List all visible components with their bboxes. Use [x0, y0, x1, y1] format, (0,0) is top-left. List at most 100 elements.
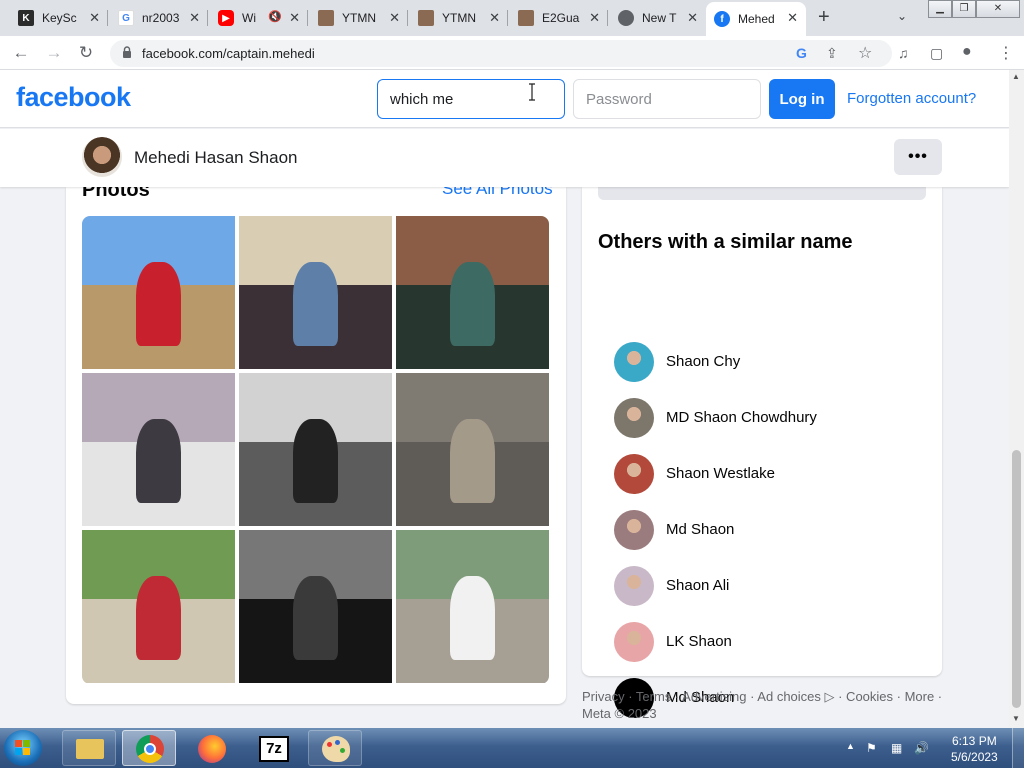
profile-sticky-bar: Mehedi Hasan Shaon ••• [0, 129, 1009, 187]
photo-monkeys[interactable] [396, 373, 549, 526]
taskbar-firefox[interactable] [184, 730, 238, 766]
tab-ytmn-2[interactable]: YTMN ✕ [410, 2, 508, 34]
tab-close-icon[interactable]: ✕ [189, 10, 200, 26]
similar-person-name[interactable]: Shaon Westlake [666, 465, 775, 482]
e2guardian-icon [518, 10, 534, 26]
avatar[interactable] [614, 510, 654, 550]
tab-close-icon[interactable]: ✕ [489, 10, 500, 26]
tab-close-icon[interactable]: ✕ [289, 10, 300, 26]
show-hidden-icons[interactable]: ▲ [846, 741, 855, 751]
photo-friends-market[interactable] [82, 373, 235, 526]
avatar[interactable] [82, 137, 122, 177]
email-input[interactable] [377, 79, 565, 119]
tab-nr2003[interactable]: G nr2003 ✕ [110, 2, 208, 34]
photo-bw-tree[interactable] [239, 530, 392, 683]
start-button[interactable] [4, 730, 42, 766]
tab-label: YTMN [442, 11, 476, 25]
network-icon[interactable]: ▦ [891, 741, 902, 755]
photo-bw-biker[interactable] [239, 373, 392, 526]
similar-person-name[interactable]: LK Shaon [666, 633, 732, 650]
page-footer: Privacy · Terms · Advertising · Ad choic… [582, 688, 962, 722]
lock-icon[interactable] [122, 46, 132, 59]
tab-facebook-active[interactable]: f Mehed ✕ [706, 2, 806, 36]
photo-two-friends[interactable] [396, 216, 549, 369]
tab-ytmn-1[interactable]: YTMN ✕ [310, 2, 408, 34]
tab-close-icon[interactable]: ✕ [389, 10, 400, 26]
share-icon[interactable]: ⇪ [826, 45, 838, 62]
taskbar-chrome[interactable] [122, 730, 176, 766]
new-tab-button[interactable]: + [818, 6, 830, 29]
tab-audio-mute-icon[interactable]: 🔇 [268, 10, 282, 23]
media-control-icon[interactable]: ♫ [898, 45, 909, 61]
similar-person-item[interactable]: Shaon Chy [614, 342, 914, 382]
url-text[interactable]: facebook.com/captain.mehedi [142, 46, 315, 61]
scroll-down-icon[interactable]: ▼ [1012, 714, 1020, 723]
avatar[interactable] [614, 398, 654, 438]
footer-copyright: Meta © 2023 [582, 706, 657, 721]
similar-person-name[interactable]: MD Shaon Chowdhury [666, 409, 817, 426]
tab-youtube[interactable]: ▶ Wi 🔇 ✕ [210, 2, 308, 34]
avatar[interactable] [614, 622, 654, 662]
tab-close-icon[interactable]: ✕ [687, 10, 698, 26]
maximize-button[interactable]: ❐ [952, 0, 976, 18]
address-bar[interactable]: facebook.com/captain.mehedi G ⇪ ☆ [110, 40, 892, 67]
photo-family-bike[interactable] [82, 530, 235, 683]
similar-person-name[interactable]: Md Shaon [666, 521, 734, 538]
similar-person-item[interactable]: Shaon Westlake [614, 454, 914, 494]
side-panel-icon[interactable]: ▢ [930, 45, 943, 62]
facebook-logo[interactable]: facebook [16, 82, 131, 113]
photo-motorbike-road[interactable] [82, 216, 235, 369]
tab-search-icon[interactable]: ⌄ [897, 9, 907, 23]
taskbar-7zip[interactable]: 7z [246, 730, 300, 766]
tab-close-icon[interactable]: ✕ [589, 10, 600, 26]
clock-time[interactable]: 6:13 PM [952, 734, 997, 748]
photo-grid [82, 216, 549, 684]
similar-names-title: Others with a similar name [598, 231, 853, 253]
avatar[interactable] [614, 342, 654, 382]
tab-new-tab[interactable]: New T ✕ [610, 2, 706, 34]
taskbar-paint[interactable] [308, 730, 362, 766]
7zip-icon: 7z [259, 736, 289, 762]
google-translate-icon[interactable]: G [796, 45, 807, 61]
login-button[interactable]: Log in [769, 79, 835, 119]
similar-person-name[interactable]: Shaon Ali [666, 577, 729, 594]
more-options-button[interactable]: ••• [894, 139, 942, 175]
taskbar-explorer[interactable] [62, 730, 116, 766]
password-input[interactable] [573, 79, 761, 119]
photo-group-selfie[interactable] [239, 216, 392, 369]
tab-close-icon[interactable]: ✕ [89, 10, 100, 26]
scroll-up-icon[interactable]: ▲ [1012, 72, 1020, 81]
close-window-button[interactable]: ✕ [976, 0, 1020, 18]
avatar[interactable] [614, 454, 654, 494]
action-center-icon[interactable]: ⚑ [866, 741, 877, 755]
reload-icon[interactable]: ↻ [76, 43, 96, 63]
similar-person-item[interactable]: LK Shaon [614, 622, 914, 662]
profile-icon[interactable]: ● [962, 43, 972, 61]
photo-helmet-rider[interactable] [396, 530, 549, 683]
text-cursor-icon [529, 83, 535, 101]
minimize-button[interactable]: ▁ [928, 0, 952, 18]
forward-arrow-icon[interactable]: → [44, 43, 64, 63]
tab-e2guardian[interactable]: E2Gua ✕ [510, 2, 608, 34]
show-desktop-button[interactable] [1012, 728, 1024, 768]
similar-person-item[interactable]: MD Shaon Chowdhury [614, 398, 914, 438]
bookmark-star-icon[interactable]: ☆ [858, 43, 872, 63]
chrome-menu-icon[interactable]: ⋮ [998, 43, 1014, 63]
forgotten-account-link[interactable]: Forgotten account? [847, 90, 976, 107]
similar-person-name[interactable]: Shaon Chy [666, 353, 740, 370]
avatar[interactable] [614, 566, 654, 606]
similar-person-item[interactable]: Shaon Ali [614, 566, 914, 606]
chrome-icon [618, 10, 634, 26]
back-arrow-icon[interactable]: ← [11, 43, 31, 63]
similar-person-item[interactable]: Md Shaon [614, 510, 914, 550]
volume-icon[interactable]: 🔊 [914, 741, 929, 755]
facebook-header: facebook Log in Forgotten account? [0, 70, 1009, 128]
tab-keyscore[interactable]: K KeySc ✕ [10, 2, 108, 34]
page-scrollbar[interactable]: ▲ ▼ [1009, 70, 1024, 728]
similar-names-card: Others with a similar name Shaon Chy MD S… [582, 187, 942, 718]
tab-close-icon[interactable]: ✕ [787, 10, 798, 26]
profile-name[interactable]: Mehedi Hasan Shaon [134, 148, 298, 168]
clock-date[interactable]: 5/6/2023 [951, 750, 998, 764]
scrollbar-thumb[interactable] [1012, 450, 1021, 708]
footer-links[interactable]: Privacy · Terms · Advertising · Ad choic… [582, 688, 962, 705]
